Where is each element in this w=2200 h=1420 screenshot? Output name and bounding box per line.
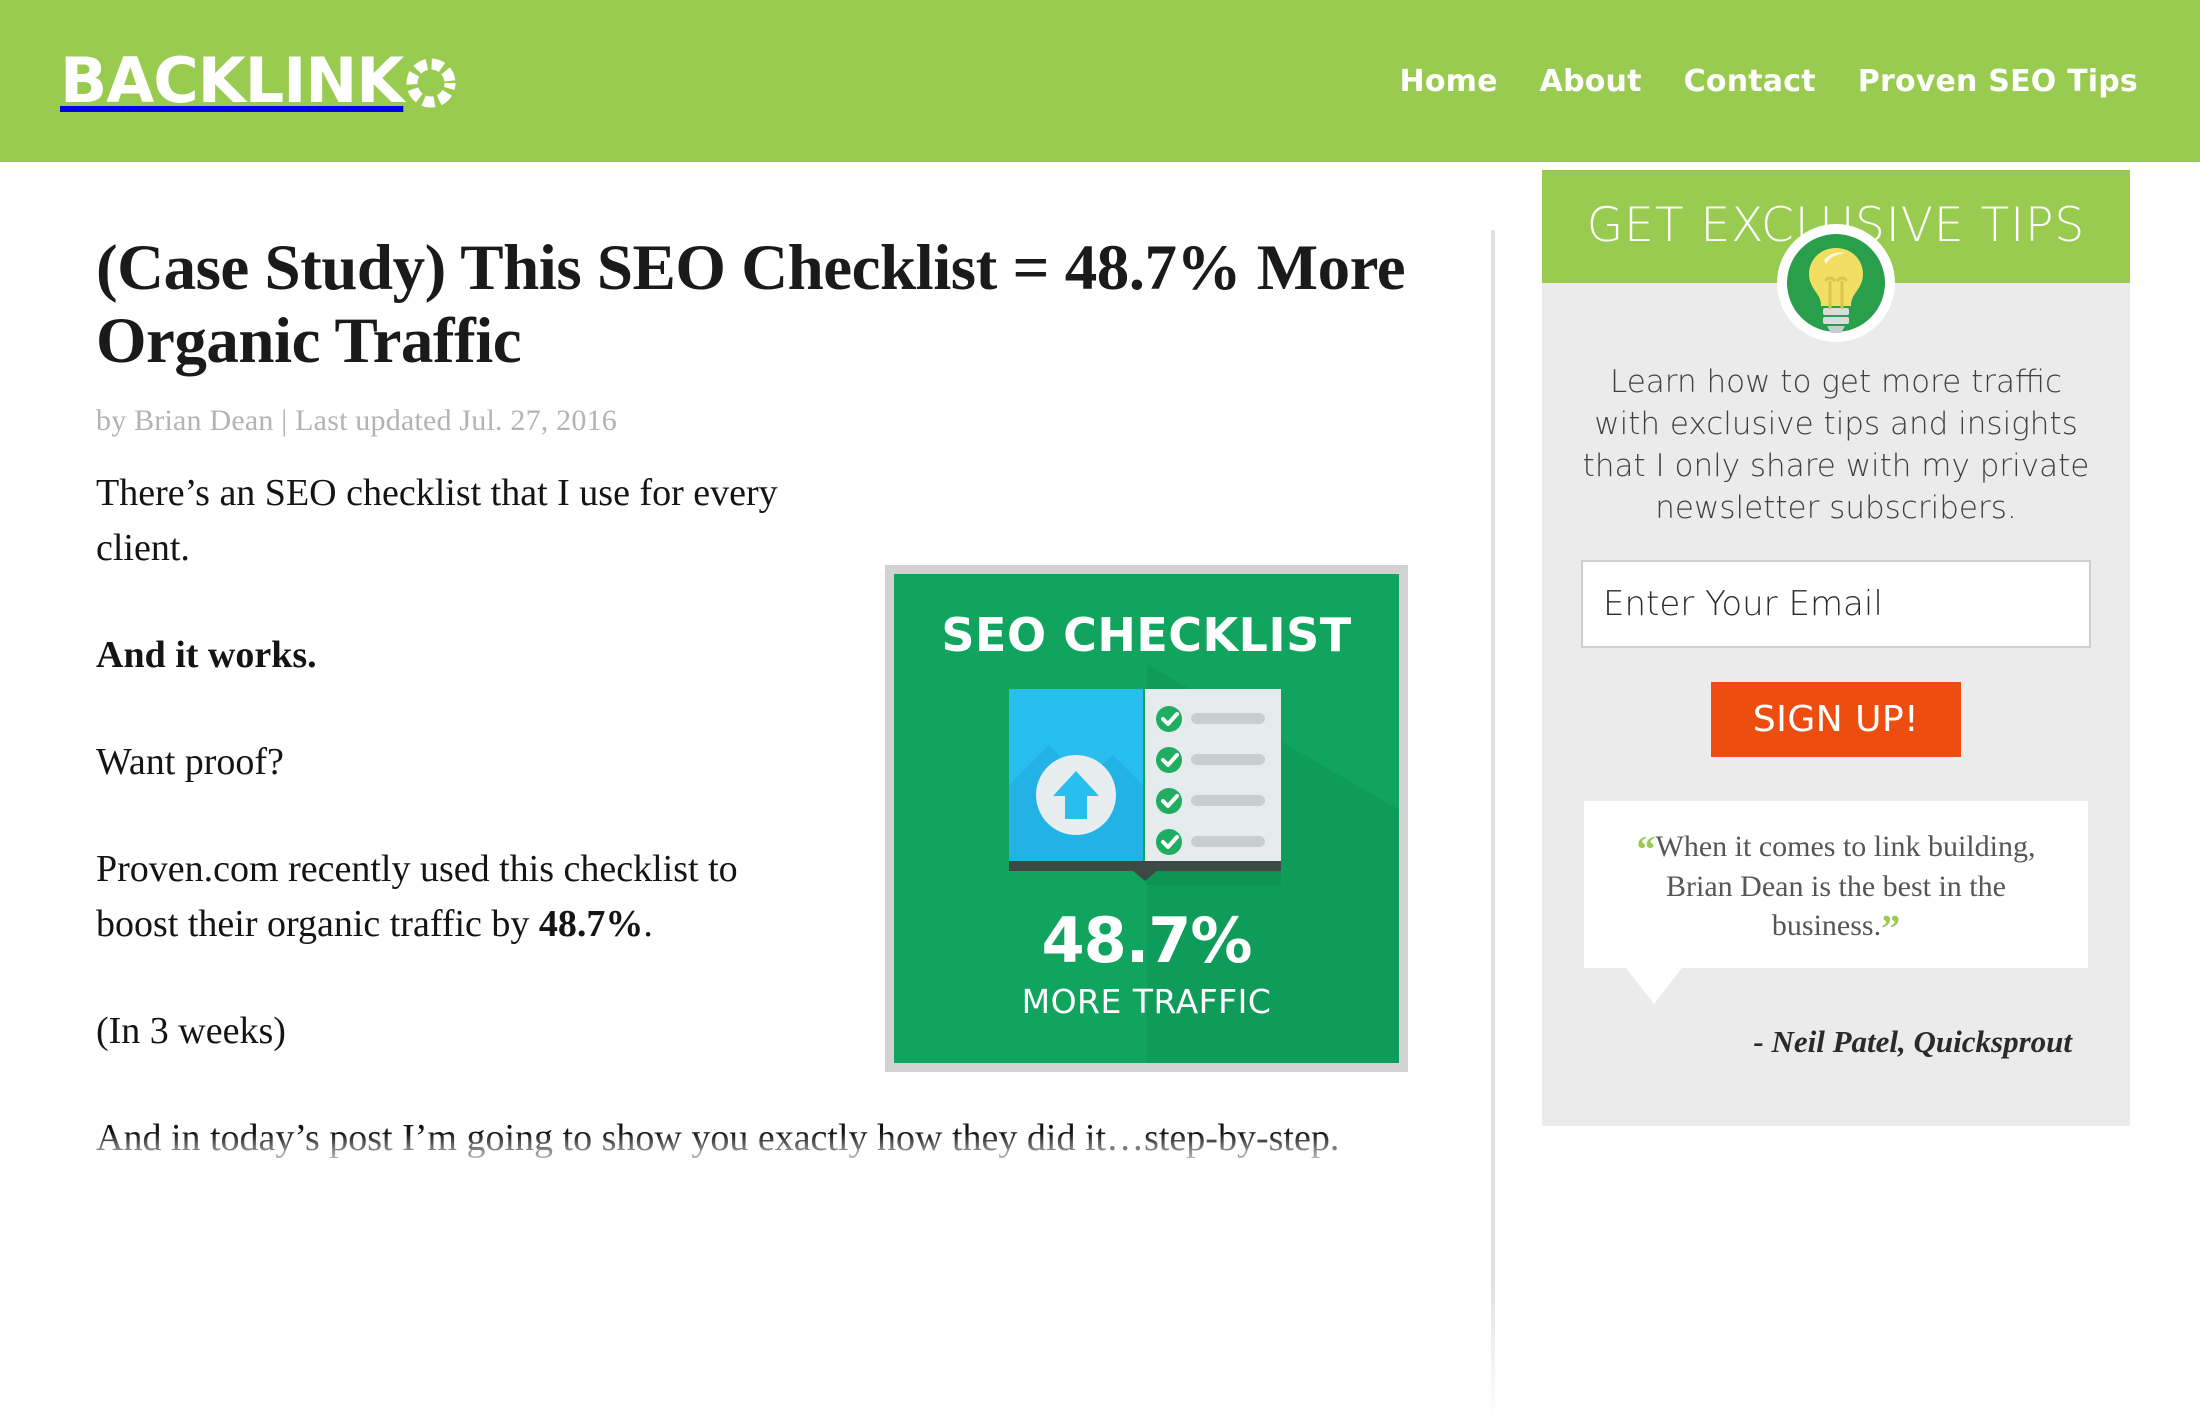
featured-image: SEO CHECKLIST 48.7% MORE TRAFFIC — [885, 565, 1408, 1072]
paragraph-5: (In 3 weeks) — [96, 1010, 286, 1053]
paragraph-6: And in today’s post I’m going to show yo… — [96, 1111, 1416, 1166]
site-header: BACKLINK Home About Contact Proven SEO T… — [0, 0, 2200, 162]
testimonial-bubble: “When it comes to link building, Brian D… — [1584, 801, 2088, 1004]
checklist-book-icon — [1009, 689, 1281, 885]
open-quote-icon: “ — [1636, 829, 1656, 872]
featured-image-title: SEO CHECKLIST — [941, 608, 1352, 662]
content-divider — [1491, 230, 1495, 1420]
lightbulb-icon — [1775, 222, 1897, 344]
paragraph-4-post: . — [643, 903, 653, 946]
nav-item-home[interactable]: Home — [1400, 64, 1498, 99]
paragraph-4-strong: 48.7% — [538, 903, 644, 946]
page-title: (Case Study) This SEO Checklist = 48.7% … — [96, 232, 1406, 377]
close-quote-icon: ” — [1881, 908, 1901, 951]
featured-image-canvas: SEO CHECKLIST 48.7% MORE TRAFFIC — [894, 574, 1399, 1063]
featured-image-percent: 48.7% — [1041, 904, 1252, 977]
testimonial-author: - Neil Patel, Quicksprout — [1753, 1024, 2072, 1059]
segmented-ring-icon — [405, 57, 457, 109]
paragraph-3: Want proof? — [96, 740, 284, 783]
paragraph-1: There’s an SEO checklist that I use for … — [96, 471, 778, 569]
testimonial-quote: When it comes to link building, Brian De… — [1655, 830, 2036, 943]
paragraph-2: And it works. — [96, 628, 796, 683]
email-field[interactable] — [1581, 559, 2091, 648]
optin-body: Learn how to get more traffic with exclu… — [1542, 224, 2130, 1126]
featured-image-subtitle: MORE TRAFFIC — [1021, 982, 1272, 1021]
paragraph-4: Proven.com recently used this checklist … — [96, 842, 796, 952]
site-logo[interactable]: BACKLINK — [60, 0, 457, 162]
main-nav: Home About Contact Proven SEO Tips — [1400, 64, 2138, 99]
page-body: (Case Study) This SEO Checklist = 48.7% … — [0, 162, 2200, 1420]
testimonial-text: “When it comes to link building, Brian D… — [1610, 827, 2062, 948]
paragraph-2-strong: And it works. — [96, 633, 317, 676]
optin-widget: GET EXCLUSIVE TIPS — [1542, 170, 2130, 1126]
article: (Case Study) This SEO Checklist = 48.7% … — [96, 232, 1436, 1218]
nav-item-contact[interactable]: Contact — [1684, 64, 1816, 99]
nav-item-proven-seo-tips[interactable]: Proven SEO Tips — [1858, 64, 2138, 99]
sidebar: GET EXCLUSIVE TIPS — [1542, 170, 2130, 1126]
signup-button[interactable]: SIGN UP! — [1710, 681, 1962, 758]
logo-wordmark: BACKLINK — [60, 44, 404, 117]
nav-item-about[interactable]: About — [1540, 64, 1642, 99]
byline: by Brian Dean | Last updated Jul. 27, 20… — [96, 403, 617, 437]
